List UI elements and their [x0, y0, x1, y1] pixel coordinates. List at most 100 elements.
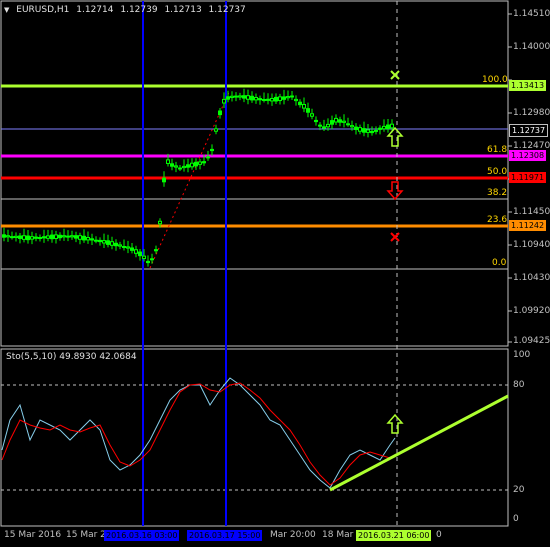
fib-label-61-8: 61.8: [487, 145, 508, 155]
candle-body: [382, 125, 386, 130]
candle-body: [314, 119, 318, 123]
candle-body: [198, 161, 202, 165]
candle-body: [34, 236, 38, 239]
candle-body: [110, 241, 114, 246]
candle-body: [242, 95, 246, 99]
candle-body: [158, 220, 162, 225]
open-price: 1.12714: [76, 5, 114, 15]
candle-body: [86, 237, 90, 241]
vline-left-time-tag: 2016.03.16 03:00: [104, 530, 180, 541]
time-tick: Mar 20:00: [270, 530, 316, 540]
candle-body: [250, 95, 254, 101]
price-tick: 1.14510: [513, 9, 550, 19]
low-price: 1.12713: [164, 5, 202, 15]
stoch-tick-80: 80: [513, 380, 525, 390]
candle-body: [22, 235, 26, 240]
candle-body: [90, 238, 94, 241]
candle-body: [82, 235, 86, 241]
candle-body: [150, 258, 154, 261]
chart-canvas[interactable]: [0, 0, 550, 547]
candle-body: [322, 126, 326, 129]
candle-body: [274, 96, 278, 102]
chart-header: ▼ EURUSD,H1 1.12714 1.12739 1.12713 1.12…: [4, 5, 250, 15]
candle-body: [390, 123, 394, 129]
fib-label-23-6: 23.6: [487, 215, 508, 225]
candle-body: [130, 247, 134, 251]
candle-body: [154, 249, 158, 252]
stoch-tick-20: 20: [513, 485, 525, 495]
candle-body: [298, 101, 302, 106]
candle-body: [374, 129, 378, 132]
candle-body: [366, 129, 370, 133]
candle-body: [178, 167, 182, 170]
fib-price-tag-100: 1.13413: [509, 80, 547, 91]
candle-body: [30, 236, 34, 240]
candle-body: [170, 163, 174, 167]
candle-body: [10, 236, 14, 239]
candle-body: [226, 96, 230, 100]
candle-body: [258, 98, 262, 101]
candle-body: [58, 234, 62, 239]
candle-body: [362, 128, 366, 133]
candle-body: [94, 239, 98, 242]
candle-body: [358, 127, 362, 132]
candle-body: [14, 235, 18, 239]
fib-label-50: 50.0: [487, 167, 508, 177]
candle-body: [194, 161, 198, 167]
candle-body: [294, 98, 298, 102]
candle-body: [262, 99, 266, 101]
candle-body: [254, 96, 258, 101]
candle-body: [214, 128, 218, 132]
candle-body: [370, 130, 374, 134]
stoch-trend-line[interactable]: [329, 394, 509, 492]
candle-body: [50, 234, 54, 240]
candle-body: [326, 123, 330, 128]
fib-price-tag-23-6: 1.11242: [509, 220, 547, 231]
candle-body: [6, 235, 10, 238]
stoch-tick-100: 100: [513, 350, 531, 360]
candle-body: [234, 95, 238, 98]
fib-price-tag-61-8: 1.12308: [509, 150, 547, 161]
candle-body: [290, 95, 294, 98]
candle-body: [310, 113, 314, 117]
candle-body: [302, 103, 306, 109]
candle-body: [190, 162, 194, 168]
time-tick: 15 Mar 2: [66, 530, 106, 540]
price-tick: 1.10430: [513, 273, 550, 283]
dropdown-icon[interactable]: ▼: [4, 6, 9, 14]
candle-body: [98, 239, 102, 243]
buy-cross-icon: [390, 70, 400, 80]
candle-body: [286, 96, 290, 99]
candle-body: [354, 126, 358, 130]
price-tick: 1.10940: [513, 240, 550, 250]
price-tick: 1.12980: [513, 108, 550, 118]
candle-body: [122, 246, 126, 248]
candle-body: [270, 98, 274, 102]
candle-body: [306, 108, 310, 113]
candle-body: [338, 119, 342, 123]
candle-body: [330, 120, 334, 125]
candle-body: [210, 148, 214, 152]
price-tick: 1.11450: [513, 207, 550, 217]
candle-body: [18, 235, 22, 239]
candle-body: [134, 249, 138, 254]
cursor-time-tag: 2016.03.21 06:00: [356, 530, 432, 541]
candle-body: [230, 95, 234, 98]
candle-body: [222, 98, 226, 104]
candle-body: [186, 164, 190, 168]
vline-right-time-tag: 2016.03.17 15:00: [187, 530, 263, 541]
candle-body: [346, 123, 350, 126]
candle-body: [114, 242, 118, 247]
fib-label-0: 0.0: [492, 258, 507, 268]
candle-body: [174, 165, 178, 168]
candle-body: [46, 235, 50, 239]
candle-body: [118, 244, 122, 247]
time-tick: 18 Mar: [322, 530, 354, 540]
candle-body: [166, 159, 170, 164]
sell-arrow-icon: [386, 181, 404, 201]
candle-body: [182, 165, 186, 169]
high-price: 1.12739: [120, 5, 158, 15]
candle-body: [142, 255, 146, 260]
candle-body: [266, 98, 270, 101]
candle-body: [350, 125, 354, 128]
